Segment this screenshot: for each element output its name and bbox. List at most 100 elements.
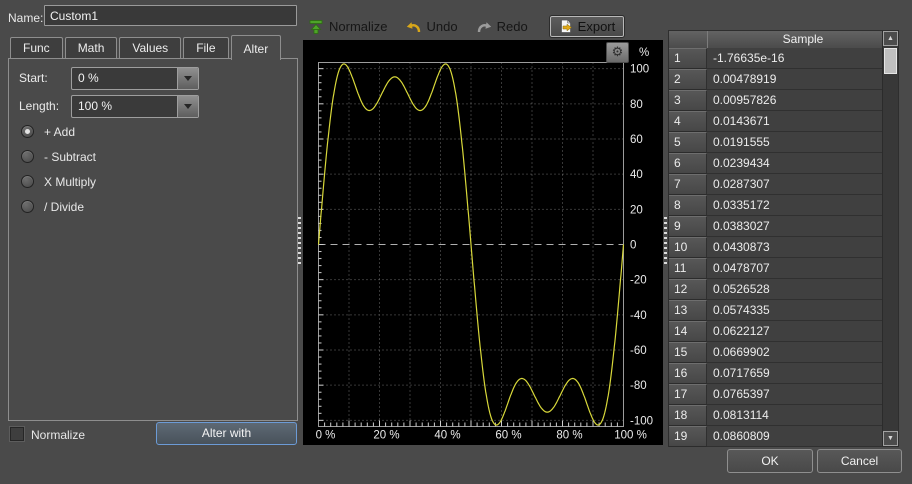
table-row: 12 0.0526528 <box>669 279 882 300</box>
row-index-cell[interactable]: 13 <box>669 300 707 321</box>
sample-value-cell[interactable]: 0.0191555 <box>707 132 882 153</box>
row-index-cell[interactable]: 17 <box>669 384 707 405</box>
redo-button[interactable]: Redo <box>476 19 528 35</box>
table-row: 6 0.0239434 <box>669 153 882 174</box>
sample-value-cell[interactable]: 0.0430873 <box>707 237 882 258</box>
export-button[interactable]: Export <box>548 15 626 38</box>
sample-table: Sample 1 -1.76635e-16 2 0.00478919 3 0.009578… <box>668 30 899 447</box>
svg-text:-60: -60 <box>630 345 647 357</box>
sample-value-cell[interactable]: 0.0669902 <box>707 342 882 363</box>
svg-text:-40: -40 <box>630 310 647 322</box>
table-row: 7 0.0287307 <box>669 174 882 195</box>
table-rows: 1 -1.76635e-16 2 0.00478919 3 0.00957826 4 0.01… <box>669 48 882 447</box>
ok-button[interactable]: OK <box>727 449 813 473</box>
tab-func[interactable]: Func <box>10 37 63 59</box>
row-index-cell[interactable]: 8 <box>669 195 707 216</box>
row-index-cell[interactable]: 16 <box>669 363 707 384</box>
sample-value-cell[interactable]: 0.0287307 <box>707 174 882 195</box>
sample-value-cell[interactable]: 0.0574335 <box>707 300 882 321</box>
table-scrollbar[interactable]: ▲ ▼ <box>882 31 898 446</box>
radio-add[interactable]: + Add <box>21 119 96 144</box>
scrollbar-thumb[interactable] <box>884 48 897 74</box>
svg-text:-20: -20 <box>630 275 647 287</box>
table-row: 13 0.0574335 <box>669 300 882 321</box>
table-row: 10 0.0430873 <box>669 237 882 258</box>
sample-value-cell[interactable]: 0.0143671 <box>707 111 882 132</box>
row-index-cell[interactable]: 11 <box>669 258 707 279</box>
table-row: 18 0.0813114 <box>669 405 882 426</box>
row-index-cell[interactable]: 2 <box>669 69 707 90</box>
tab-file[interactable]: File <box>183 37 229 59</box>
radio-multiply[interactable]: X Multiply <box>21 169 96 194</box>
radio-subtract[interactable]: - Subtract <box>21 144 96 169</box>
table-row: 14 0.0622127 <box>669 321 882 342</box>
sample-value-cell[interactable]: 0.0813114 <box>707 405 882 426</box>
svg-text:20 %: 20 % <box>373 430 399 442</box>
length-dropdown[interactable]: 100 % <box>71 95 199 118</box>
sample-value-cell[interactable]: 0.0765397 <box>707 384 882 405</box>
row-index-cell[interactable]: 5 <box>669 132 707 153</box>
sample-value-cell[interactable]: 0.0526528 <box>707 279 882 300</box>
normalize-tool-button[interactable]: Normalize <box>308 19 388 35</box>
row-index-cell[interactable]: 14 <box>669 321 707 342</box>
row-index-cell[interactable]: 10 <box>669 237 707 258</box>
waveform-plot[interactable]: 0 % 20 % 40 % 60 % 80 % 100 % 100 80 60 40 20 0 -20 -… <box>303 40 663 445</box>
radio-label: + Add <box>44 124 76 139</box>
scroll-up-button[interactable]: ▲ <box>883 31 898 46</box>
redo-icon <box>477 21 491 32</box>
table-row: 19 0.0860809 <box>669 426 882 447</box>
row-index-cell[interactable]: 6 <box>669 153 707 174</box>
radio-button-icon[interactable] <box>21 125 34 138</box>
row-index-cell[interactable]: 15 <box>669 342 707 363</box>
row-index-cell[interactable]: 12 <box>669 279 707 300</box>
table-row: 17 0.0765397 <box>669 384 882 405</box>
sample-value-cell[interactable]: 0.0335172 <box>707 195 882 216</box>
name-input[interactable] <box>44 5 297 26</box>
radio-label: - Subtract <box>44 149 97 164</box>
splitter-handle-right[interactable] <box>664 217 667 267</box>
table-row: 11 0.0478707 <box>669 258 882 279</box>
start-dropdown-button[interactable] <box>177 68 198 89</box>
radio-button-icon[interactable] <box>21 175 34 188</box>
row-index-cell[interactable]: 4 <box>669 111 707 132</box>
sample-value-cell[interactable]: 0.00478919 <box>707 69 882 90</box>
sample-column-header[interactable]: Sample <box>708 31 898 48</box>
redo-label: Redo <box>496 19 528 34</box>
svg-text:100 %: 100 % <box>614 430 647 442</box>
undo-button[interactable]: Undo <box>406 19 458 35</box>
radio-button-icon[interactable] <box>21 200 34 213</box>
sample-value-cell[interactable]: 0.0239434 <box>707 153 882 174</box>
row-index-cell[interactable]: 19 <box>669 426 707 447</box>
sample-value-cell[interactable]: 0.0383027 <box>707 216 882 237</box>
undo-icon <box>406 21 420 32</box>
sample-value-cell[interactable]: -1.76635e-16 <box>707 48 882 69</box>
row-index-cell[interactable]: 3 <box>669 90 707 111</box>
sample-value-cell[interactable]: 0.00957826 <box>707 90 882 111</box>
row-index-cell[interactable]: 9 <box>669 216 707 237</box>
waveform-plot-container: 0 % 20 % 40 % 60 % 80 % 100 % 100 80 60 40 20 0 -20 -… <box>303 40 663 445</box>
splitter-handle-left[interactable] <box>298 217 301 267</box>
sample-value-cell[interactable]: 0.0622127 <box>707 321 882 342</box>
row-index-cell[interactable]: 7 <box>669 174 707 195</box>
normalize-checkbox[interactable] <box>10 427 24 441</box>
sample-value-cell[interactable]: 0.0860809 <box>707 426 882 447</box>
alter-with-button[interactable]: Alter with <box>156 422 297 445</box>
cancel-button[interactable]: Cancel <box>817 449 902 473</box>
sample-value-cell[interactable]: 0.0478707 <box>707 258 882 279</box>
row-index-cell[interactable]: 18 <box>669 405 707 426</box>
start-dropdown[interactable]: 0 % <box>71 67 199 90</box>
tab-alter[interactable]: Alter <box>230 35 282 60</box>
tab-math[interactable]: Math <box>64 37 118 59</box>
length-dropdown-button[interactable] <box>177 96 198 117</box>
length-label: Length: <box>19 99 60 113</box>
scroll-down-button[interactable]: ▼ <box>883 431 898 446</box>
radio-button-icon[interactable] <box>21 150 34 163</box>
table-row: 4 0.0143671 <box>669 111 882 132</box>
row-index-cell[interactable]: 1 <box>669 48 707 69</box>
svg-text:40 %: 40 % <box>434 430 460 442</box>
radio-divide[interactable]: / Divide <box>21 194 96 219</box>
sample-value-cell[interactable]: 0.0717659 <box>707 363 882 384</box>
tab-values[interactable]: Values <box>119 37 182 59</box>
plot-settings-button[interactable]: ⚙ <box>606 42 629 63</box>
svg-text:%: % <box>639 47 649 59</box>
